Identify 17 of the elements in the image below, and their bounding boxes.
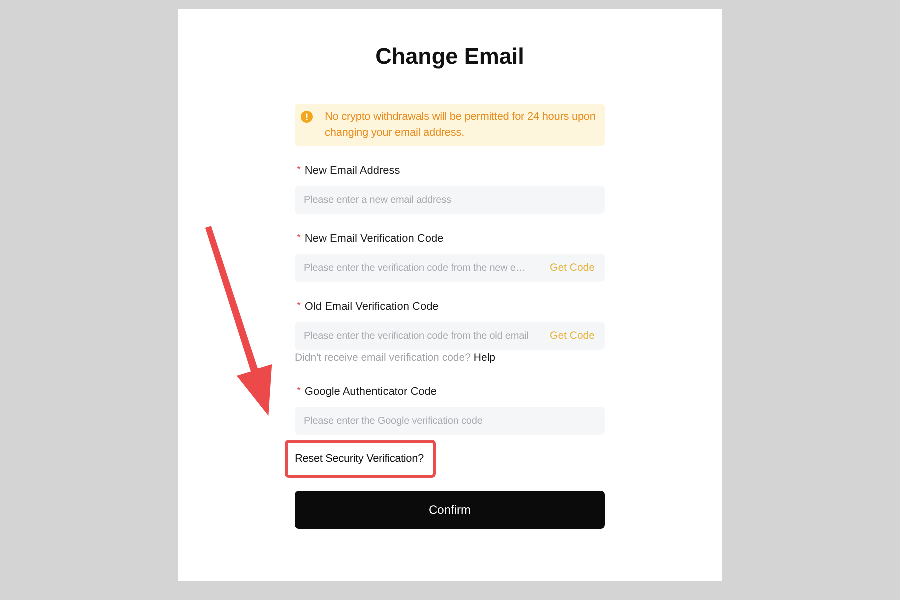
page-title: Change Email: [376, 43, 524, 71]
input-field[interactable]: Please enter the Google verification code: [295, 407, 605, 435]
notice-text: No crypto withdrawals will be permitted for 24 hours upon changing your email address.: [325, 110, 597, 141]
required-asterisk: *: [297, 234, 301, 244]
field-label: Old Email Verification Code: [304, 300, 439, 315]
reset-security-link[interactable]: Reset Security Verification?: [295, 452, 424, 466]
hint-text: Didn't receive email verification code?: [295, 351, 471, 365]
confirm-button[interactable]: Confirm: [295, 491, 605, 529]
exclamation-circle-icon: [301, 111, 313, 123]
field-label: New Email Verification Code: [304, 232, 444, 247]
required-asterisk: *: [297, 387, 301, 397]
field-label: Google Authenticator Code: [304, 385, 437, 400]
field-label: New Email Address: [304, 164, 400, 179]
required-asterisk: *: [297, 302, 301, 312]
help-link[interactable]: Help: [474, 351, 496, 365]
required-asterisk: *: [297, 166, 301, 176]
input-field[interactable]: Please enter a new email address: [295, 186, 605, 214]
